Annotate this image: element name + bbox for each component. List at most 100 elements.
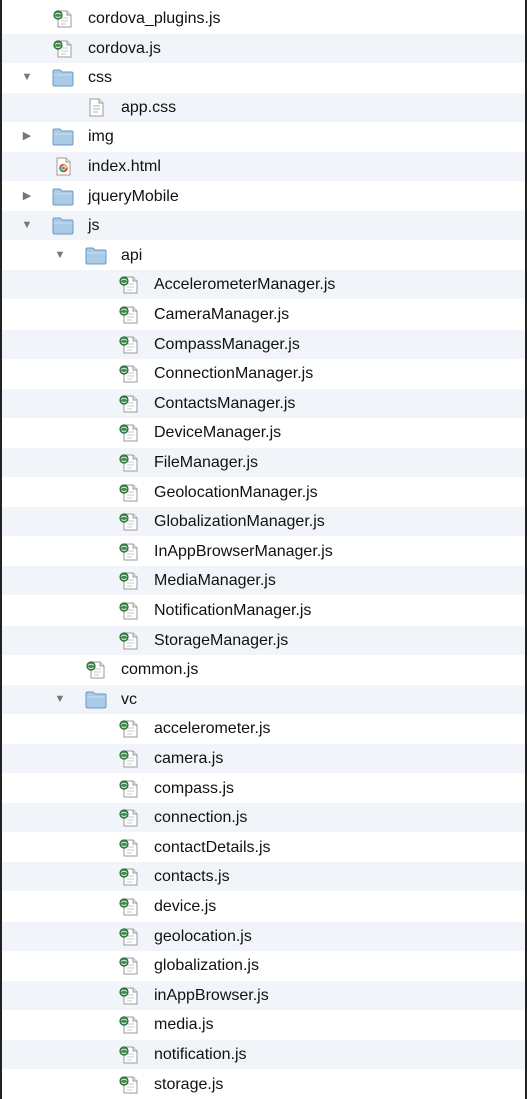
js-file-icon — [85, 660, 107, 679]
item-label: ConnectionManager.js — [154, 365, 314, 383]
js-file-icon — [118, 305, 140, 324]
file-row[interactable]: NotificationManager.js — [2, 596, 525, 625]
item-label: contactDetails.js — [154, 838, 271, 856]
file-row[interactable]: AccelerometerManager.js — [2, 270, 525, 300]
folder-icon — [52, 127, 74, 146]
js-file-icon — [118, 512, 140, 531]
file-row[interactable]: CameraManager.js — [2, 300, 525, 329]
item-label: NotificationManager.js — [154, 602, 312, 619]
item-label: MediaManager.js — [154, 572, 276, 590]
js-file-icon — [118, 394, 140, 413]
item-label: cordova_plugins.js — [88, 10, 221, 27]
item-label: StorageManager.js — [154, 631, 289, 649]
item-label: AccelerometerManager.js — [154, 276, 336, 294]
disclosure-triangle-expanded-icon[interactable]: ▼ — [53, 241, 67, 270]
item-label: vc — [121, 690, 137, 708]
folder-icon — [85, 690, 107, 709]
file-row[interactable]: globalization.js — [2, 951, 525, 980]
item-label: connection.js — [154, 809, 248, 827]
item-label: CameraManager.js — [154, 306, 290, 323]
js-file-icon — [118, 838, 140, 857]
folder-row[interactable]: ▶ img — [2, 122, 525, 151]
file-row[interactable]: cordova_plugins.js — [2, 4, 525, 33]
file-row[interactable]: device.js — [2, 892, 525, 921]
folder-row[interactable]: ▼ css — [2, 63, 525, 92]
js-file-icon — [118, 571, 140, 590]
js-file-icon — [118, 542, 140, 561]
item-label: compass.js — [154, 779, 235, 797]
item-label: index.html — [88, 158, 161, 175]
file-row[interactable]: MediaManager.js — [2, 566, 525, 596]
folder-row[interactable]: ▼ js — [2, 211, 525, 241]
js-file-icon — [118, 808, 140, 827]
file-tree: cordova_plugins.js cordova.js ▼ css app.css ▶… — [0, 0, 527, 1099]
item-label: GeolocationManager.js — [154, 483, 318, 501]
folder-row[interactable]: ▼ vc — [2, 684, 525, 714]
disclosure-triangle-collapsed-icon[interactable]: ▶ — [20, 182, 34, 211]
file-row[interactable]: GeolocationManager.js — [2, 478, 525, 507]
file-row[interactable]: ConnectionManager.js — [2, 359, 525, 388]
js-file-icon — [118, 1045, 140, 1064]
file-row[interactable]: contactDetails.js — [2, 833, 525, 862]
file-row[interactable]: CompassManager.js — [2, 329, 525, 359]
html-file-icon — [52, 157, 74, 176]
js-file-icon — [118, 719, 140, 738]
disclosure-triangle-expanded-icon[interactable]: ▼ — [20, 63, 34, 92]
file-row[interactable]: ContactsManager.js — [2, 388, 525, 418]
file-row[interactable]: contacts.js — [2, 862, 525, 892]
folder-icon — [85, 246, 107, 265]
item-label: api — [121, 246, 143, 264]
js-file-icon — [52, 9, 74, 28]
item-label: jqueryMobile — [88, 187, 179, 205]
file-row[interactable]: StorageManager.js — [2, 625, 525, 655]
file-row[interactable]: InAppBrowserManager.js — [2, 537, 525, 566]
file-row[interactable]: FileManager.js — [2, 448, 525, 477]
file-row[interactable]: GlobalizationManager.js — [2, 507, 525, 537]
item-label: app.css — [121, 98, 177, 116]
file-row[interactable]: DeviceManager.js — [2, 418, 525, 447]
file-row[interactable]: connection.js — [2, 803, 525, 833]
disclosure-triangle-expanded-icon[interactable]: ▼ — [20, 211, 34, 240]
js-file-icon — [118, 956, 140, 975]
file-row[interactable]: accelerometer.js — [2, 714, 525, 743]
item-label: img — [88, 128, 114, 146]
folder-icon — [52, 187, 74, 206]
file-row[interactable]: cordova.js — [2, 33, 525, 63]
js-file-icon — [118, 483, 140, 502]
item-label: notification.js — [154, 1046, 247, 1063]
item-label: storage.js — [154, 1075, 224, 1093]
item-label: InAppBrowserManager.js — [154, 542, 333, 560]
item-label: inAppBrowser.js — [154, 986, 269, 1004]
disclosure-triangle-collapsed-icon[interactable]: ▶ — [20, 122, 34, 151]
js-file-icon — [52, 39, 74, 58]
item-label: js — [88, 217, 100, 235]
item-label: media.js — [154, 1016, 214, 1034]
file-row[interactable]: index.html — [2, 152, 525, 181]
js-file-icon — [118, 749, 140, 768]
file-row[interactable]: notification.js — [2, 1040, 525, 1069]
file-row[interactable]: common.js — [2, 655, 525, 684]
css-file-icon — [85, 98, 107, 117]
file-row[interactable]: storage.js — [2, 1070, 525, 1099]
js-file-icon — [118, 364, 140, 383]
file-row[interactable]: app.css — [2, 92, 525, 122]
js-file-icon — [118, 423, 140, 442]
file-row[interactable]: inAppBrowser.js — [2, 980, 525, 1010]
folder-icon — [52, 216, 74, 235]
folder-row[interactable]: ▶ jqueryMobile — [2, 182, 525, 211]
disclosure-triangle-expanded-icon[interactable]: ▼ — [53, 685, 67, 714]
folder-row[interactable]: ▼ api — [2, 241, 525, 270]
item-label: cordova.js — [88, 39, 161, 57]
js-file-icon — [118, 631, 140, 650]
file-row[interactable]: media.js — [2, 1010, 525, 1039]
file-row[interactable]: camera.js — [2, 744, 525, 773]
item-label: common.js — [121, 661, 199, 679]
file-row[interactable]: geolocation.js — [2, 921, 525, 951]
item-label: GlobalizationManager.js — [154, 513, 325, 531]
js-file-icon — [118, 1015, 140, 1034]
item-label: ContactsManager.js — [154, 394, 296, 412]
js-file-icon — [118, 779, 140, 798]
file-row[interactable]: compass.js — [2, 774, 525, 803]
item-label: CompassManager.js — [154, 335, 300, 353]
item-label: globalization.js — [154, 957, 259, 975]
